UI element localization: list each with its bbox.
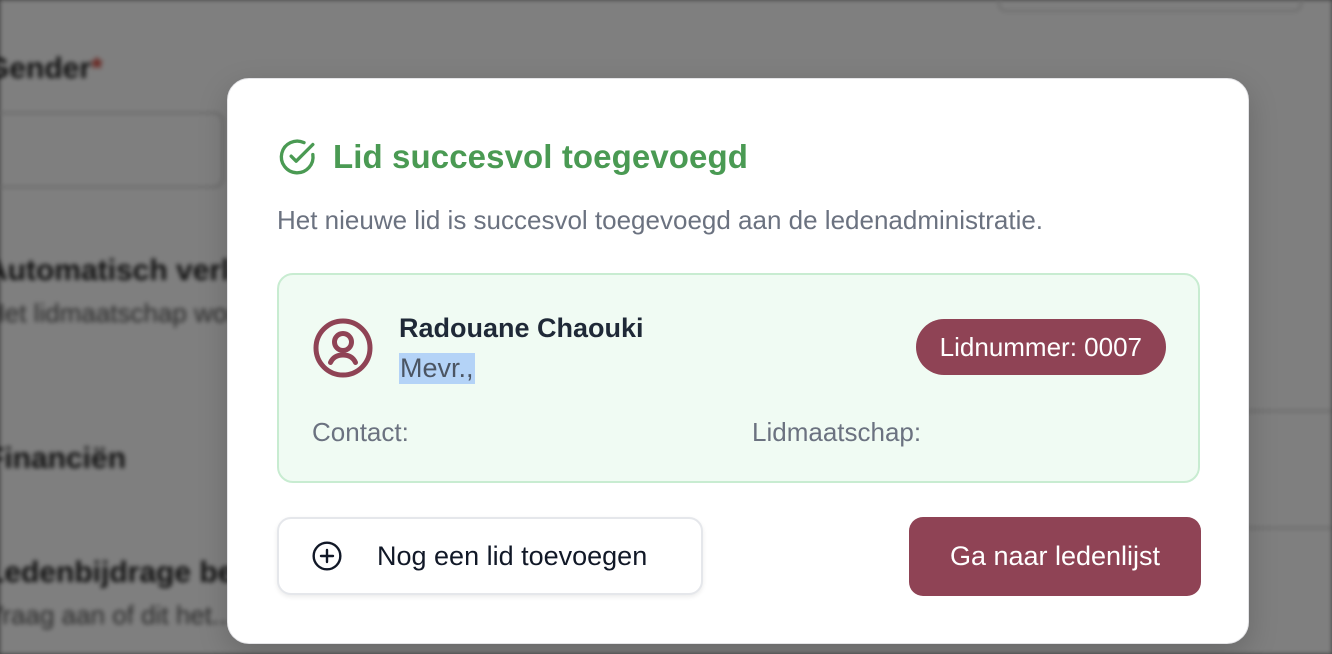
check-circle-icon (277, 137, 317, 177)
membership-label: Lidmaatschap: (752, 417, 922, 447)
member-number-badge: Lidnummer: 0007 (915, 319, 1166, 375)
add-another-member-button[interactable]: Nog een lid toevoegen (277, 517, 703, 595)
plus-circle-icon (311, 540, 343, 572)
member-name: Radouane Chaouki (399, 313, 644, 343)
add-another-member-label: Nog een lid toevoegen (377, 540, 648, 571)
dialog-header: Lid succesvol toegevoegd (277, 137, 748, 177)
success-dialog: Lid succesvol toegevoegd Het nieuwe lid … (227, 78, 1249, 644)
go-to-member-list-button[interactable]: Ga naar ledenlijst (909, 517, 1201, 596)
dialog-title: Lid succesvol toegevoegd (333, 138, 749, 175)
member-salutation: Mevr., (399, 353, 475, 384)
member-summary-card: Radouane Chaouki Mevr., Lidnummer: 0007 … (277, 273, 1200, 483)
user-circle-icon (312, 317, 374, 379)
contact-label: Contact: (312, 417, 409, 447)
dialog-description: Het nieuwe lid is succesvol toegevoegd a… (277, 205, 1044, 235)
